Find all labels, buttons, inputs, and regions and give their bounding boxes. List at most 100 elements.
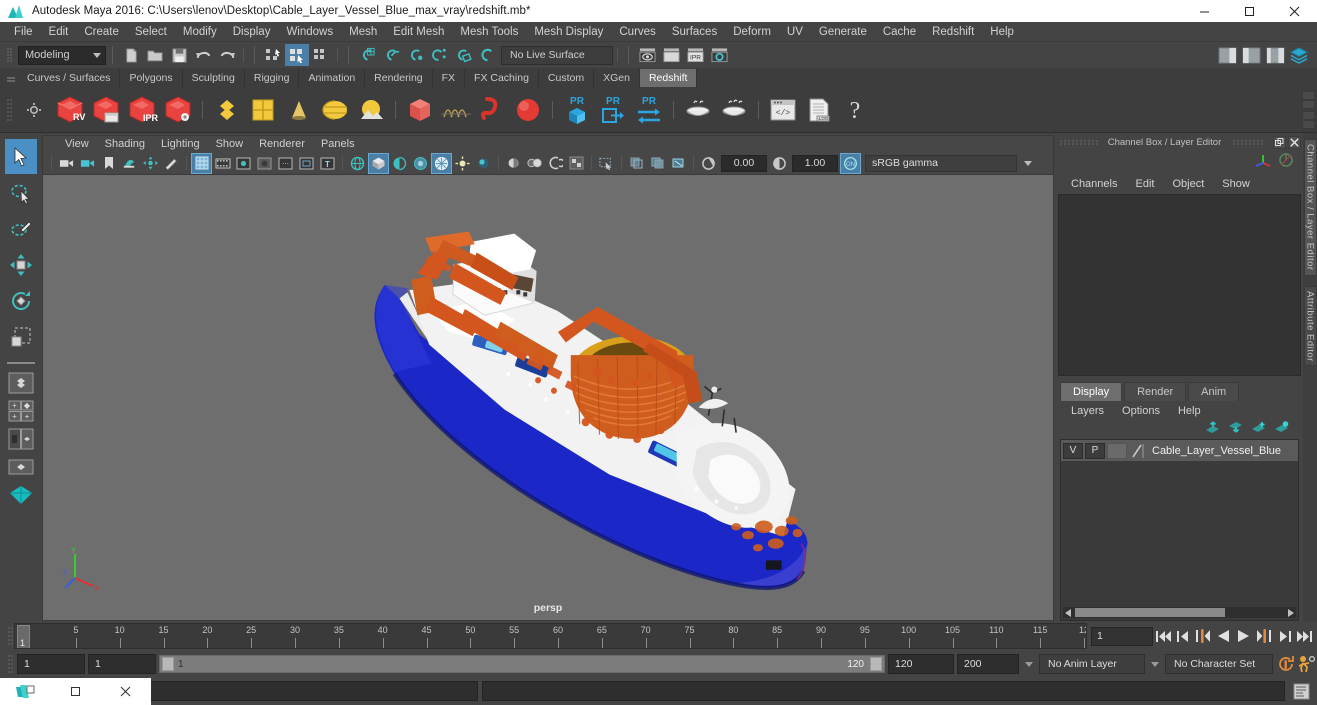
shelf-scroll-buttons[interactable] — [1302, 91, 1315, 129]
menu-cache[interactable]: Cache — [875, 24, 924, 40]
outliner-persp-layout[interactable] — [6, 454, 36, 480]
close-icon[interactable] — [1288, 136, 1301, 149]
shelf-scroll-down-icon[interactable] — [1302, 111, 1315, 129]
time-slider-playhead[interactable]: 1 — [17, 625, 30, 648]
snap-point-icon[interactable] — [403, 44, 427, 66]
restore-window-icon[interactable] — [50, 678, 100, 705]
shadows-icon[interactable] — [504, 154, 523, 173]
resolution-gate-icon[interactable] — [234, 154, 253, 173]
smooth-shade-selected-icon[interactable] — [390, 154, 409, 173]
close-window-icon[interactable] — [100, 678, 150, 705]
grid-toggle-icon[interactable] — [191, 152, 212, 174]
shelf-tab-animation[interactable]: Animation — [299, 69, 366, 87]
texture-icon[interactable] — [453, 154, 472, 173]
minimize-button[interactable] — [1182, 0, 1227, 22]
range-handle-left[interactable] — [162, 657, 174, 671]
viewport-menu-lighting[interactable]: Lighting — [153, 138, 208, 150]
menu-mesh-tools[interactable]: Mesh Tools — [452, 24, 526, 40]
move-tool[interactable] — [5, 247, 37, 282]
redshift-script-icon[interactable]: </> — [765, 90, 801, 130]
panel-drag-handle-left[interactable] — [1060, 139, 1100, 146]
select-camera-icon[interactable] — [57, 154, 76, 173]
channel-box-menu-show[interactable]: Show — [1213, 178, 1259, 190]
move-layer-down-icon[interactable] — [1228, 421, 1243, 439]
redshift-ipr-icon[interactable]: IPR — [124, 90, 160, 130]
layer-color-swatch[interactable] — [1129, 443, 1147, 459]
panel-drag-handle-right[interactable] — [1233, 139, 1273, 146]
redshift-sun-sky-icon[interactable] — [353, 90, 389, 130]
menu-edit-mesh[interactable]: Edit Mesh — [385, 24, 452, 40]
sidebar-attribute-editor-icon[interactable] — [1215, 44, 1239, 66]
redshift-pr-object-icon[interactable]: PR — [559, 90, 595, 130]
shelf-tab-redshift[interactable]: Redshift — [639, 69, 698, 87]
ambient-occlusion-icon[interactable] — [525, 154, 544, 173]
select-tool[interactable] — [5, 139, 37, 174]
four-view-layout[interactable]: + ◆ + + — [6, 398, 36, 424]
menu-select[interactable]: Select — [127, 24, 175, 40]
layer-menu-options[interactable]: Options — [1113, 405, 1169, 417]
layer-row[interactable]: V P Cable_Layer_Vessel_Blue — [1061, 440, 1298, 461]
maya-taskbar-icon[interactable] — [0, 678, 50, 705]
range-handle-right[interactable] — [870, 657, 882, 671]
play-forwards-icon[interactable] — [1234, 626, 1253, 646]
two-d-pan-zoom-icon[interactable] — [141, 154, 160, 173]
shelf-tab-polygons[interactable]: Polygons — [120, 69, 183, 87]
redshift-material-icon[interactable] — [209, 90, 245, 130]
redshift-log-icon[interactable]: .LOG — [801, 90, 837, 130]
rotate-tool[interactable] — [5, 283, 37, 318]
channel-box-body[interactable] — [1058, 194, 1301, 376]
menu-windows[interactable]: Windows — [278, 24, 341, 40]
bookmark-icon[interactable] — [99, 154, 118, 173]
shelf-tab-fx-caching[interactable]: FX Caching — [465, 69, 539, 87]
grease-pencil-icon[interactable] — [162, 154, 181, 173]
layer-playback-toggle[interactable]: P — [1085, 442, 1105, 459]
go-to-start-icon[interactable] — [1154, 626, 1173, 646]
step-forward-frame-icon[interactable] — [1274, 626, 1293, 646]
scroll-right-icon[interactable] — [1285, 607, 1296, 618]
shelf-tab-rigging[interactable]: Rigging — [244, 69, 300, 87]
redshift-bake-all-icon[interactable] — [716, 90, 752, 130]
shelf-grip[interactable] — [4, 68, 18, 87]
render-settings-icon[interactable] — [707, 44, 731, 66]
redshift-texture-icon[interactable] — [245, 90, 281, 130]
select-by-component-icon[interactable] — [309, 44, 333, 66]
redshift-render-view-icon[interactable]: RV — [52, 90, 88, 130]
time-slider[interactable]: 1 5 10 15 20 25 30 35 40 45 50 55 60 65 70 75 80 85 90 95 1… — [14, 623, 1087, 649]
menu-uv[interactable]: UV — [779, 24, 811, 40]
step-back-frame-icon[interactable] — [1174, 626, 1193, 646]
multisample-icon[interactable] — [567, 154, 586, 173]
new-layer-from-selected-icon[interactable] — [1274, 421, 1289, 439]
gamma-value-field[interactable]: 1.00 — [792, 154, 838, 172]
menu-generate[interactable]: Generate — [811, 24, 875, 40]
new-layer-icon[interactable] — [1251, 421, 1266, 439]
move-layer-up-icon[interactable] — [1205, 421, 1220, 439]
redshift-render-sequence-icon[interactable] — [88, 90, 124, 130]
snap-view-plane-icon[interactable] — [451, 44, 475, 66]
current-frame-field[interactable]: 1 — [1091, 626, 1153, 646]
anim-layer-selector[interactable]: No Anim Layer — [1039, 654, 1145, 674]
viewport-menu-show[interactable]: Show — [208, 138, 252, 150]
shelf-row-grip[interactable] — [0, 90, 16, 130]
single-perspective-layout[interactable] — [6, 370, 36, 396]
flat-shade-icon[interactable] — [411, 154, 430, 173]
command-output[interactable] — [482, 681, 1285, 701]
go-to-end-icon[interactable] — [1294, 626, 1313, 646]
layer-name[interactable]: Cable_Layer_Vessel_Blue — [1152, 445, 1281, 457]
auto-keyframe-icon[interactable] — [1276, 654, 1295, 674]
select-by-object-icon[interactable] — [285, 44, 309, 66]
sidebar-tool-settings-icon[interactable] — [1239, 44, 1263, 66]
ipr-render-icon[interactable]: IPR — [683, 44, 707, 66]
character-set-chevron-down-icon[interactable] — [1148, 654, 1162, 674]
scale-tool[interactable] — [5, 319, 37, 354]
maximize-button[interactable] — [1227, 0, 1272, 22]
color-management-dropdown[interactable]: sRGB gamma — [865, 154, 1017, 172]
use-all-lights-icon[interactable] — [474, 154, 493, 173]
isolate-select-icon[interactable] — [597, 154, 616, 173]
xray-active-components-icon[interactable] — [669, 154, 688, 173]
time-slider-grip[interactable] — [4, 624, 14, 648]
tab-render[interactable]: Render — [1124, 382, 1187, 401]
channel-box-menu-channels[interactable]: Channels — [1062, 178, 1126, 190]
shelf-tab-curves-surfaces[interactable]: Curves / Surfaces — [18, 69, 121, 87]
redshift-pr-transfer-icon[interactable]: PR — [631, 90, 667, 130]
gamma-icon[interactable] — [770, 154, 789, 173]
